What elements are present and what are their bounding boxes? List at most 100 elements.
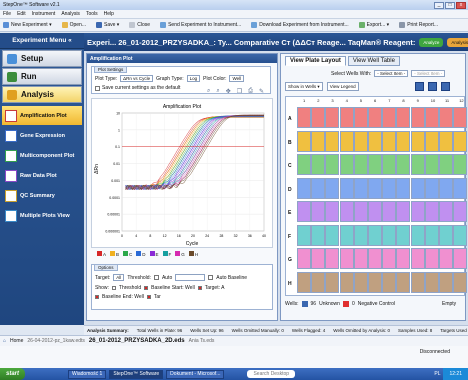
plate-well[interactable] — [396, 201, 411, 222]
plate-well[interactable] — [325, 201, 340, 222]
start-button[interactable]: start — [0, 368, 26, 380]
plate-well[interactable] — [339, 271, 354, 293]
menu-analysis[interactable]: Analysis — [61, 11, 80, 17]
plate-well[interactable] — [325, 271, 340, 293]
plate-well[interactable] — [439, 201, 453, 222]
options-tab[interactable]: Options — [94, 264, 118, 271]
save-button[interactable]: Save ▾ — [96, 22, 119, 28]
plate-well[interactable] — [339, 107, 354, 128]
download-experiment-button[interactable]: Download Experiment from Instrument... — [251, 22, 349, 28]
show-threshold-checkbox[interactable] — [111, 286, 116, 290]
copy-icon[interactable]: ❐ — [237, 88, 242, 95]
home-icon[interactable]: ⌂ — [3, 338, 6, 344]
plate-well[interactable] — [311, 248, 326, 269]
plate-well[interactable] — [353, 154, 368, 175]
plate-well[interactable] — [424, 177, 439, 199]
show-baseline-start-checkbox[interactable] — [144, 286, 149, 290]
print-report-button[interactable]: Print Report... — [399, 22, 438, 28]
plate-well[interactable] — [439, 224, 453, 246]
plate-well[interactable] — [297, 130, 311, 152]
plate-well[interactable] — [325, 248, 340, 269]
show-target-checkbox[interactable] — [197, 286, 202, 290]
plate-well[interactable] — [396, 107, 411, 128]
plate-well[interactable] — [311, 224, 326, 246]
plot-type-select[interactable]: ΔRn vs Cycle — [120, 75, 154, 82]
show-baseline-end-checkbox[interactable] — [95, 295, 99, 299]
view-legend-button[interactable]: View Legend — [326, 82, 359, 91]
nav-gene-expression[interactable]: Gene Expression — [2, 126, 82, 145]
plate-well[interactable] — [439, 130, 453, 152]
menu-edit[interactable]: Edit — [17, 11, 26, 17]
plate-well[interactable] — [325, 107, 340, 128]
plate-well[interactable] — [339, 177, 354, 199]
plate-well[interactable] — [311, 154, 326, 175]
desktop-search-input[interactable]: Search Desktop — [247, 370, 296, 378]
menu-help[interactable]: Help — [104, 11, 114, 17]
show-in-wells-button[interactable]: Show in Wells ▾ — [285, 82, 323, 91]
new-experiment-button[interactable]: New Experiment ▾ — [3, 22, 52, 28]
plate-well[interactable] — [410, 248, 425, 269]
plate-well[interactable] — [353, 271, 368, 293]
view-grid-icon[interactable] — [414, 82, 424, 91]
auto-threshold-checkbox[interactable] — [153, 275, 159, 280]
home-tab[interactable]: Home — [10, 338, 23, 344]
language-indicator[interactable]: PL — [434, 371, 440, 377]
close-button[interactable]: Close — [129, 22, 150, 28]
export-button[interactable]: Export... ▾ — [358, 22, 389, 28]
plate-well[interactable] — [297, 201, 311, 222]
plate-well[interactable] — [453, 177, 468, 199]
plate-well[interactable] — [368, 224, 382, 246]
plate-well[interactable] — [339, 154, 354, 175]
nav-multicomponent-plot[interactable]: Multicomponent Plot — [2, 146, 82, 165]
plate-well[interactable] — [424, 224, 439, 246]
nav-analysis[interactable]: Analysis — [2, 86, 82, 103]
view-options-icon[interactable] — [440, 82, 450, 91]
show-tar-checkbox[interactable] — [146, 295, 151, 299]
nav-multiple-plots-view[interactable]: Multiple Plots View — [2, 206, 82, 225]
plate-well[interactable] — [368, 201, 382, 222]
plate-well[interactable] — [368, 107, 382, 128]
plate-well[interactable] — [368, 130, 382, 152]
plate-well[interactable] — [325, 224, 340, 246]
plate-well[interactable] — [382, 248, 397, 269]
plate-well[interactable] — [410, 154, 425, 175]
plate-well[interactable] — [311, 177, 326, 199]
plot-color-select[interactable]: Well — [229, 75, 245, 82]
tab-well-table[interactable]: View Well Table — [347, 56, 400, 66]
task-3[interactable]: Dokument - Microsof... — [166, 369, 225, 379]
plate-well[interactable] — [424, 130, 439, 152]
tab-plate-layout[interactable]: View Plate Layout — [285, 56, 346, 66]
plate-well[interactable] — [453, 107, 468, 128]
plate-well[interactable] — [368, 154, 382, 175]
plate-well[interactable] — [368, 271, 382, 293]
plot-settings-tab[interactable]: Plot Settings — [94, 66, 128, 73]
threshold-input[interactable] — [175, 274, 206, 281]
plate-well[interactable] — [439, 107, 453, 128]
plate-well[interactable] — [339, 224, 354, 246]
plate-well[interactable] — [424, 201, 439, 222]
nav-raw-data-plot[interactable]: Raw Data Plot — [2, 166, 82, 185]
zoom-out-icon[interactable]: ⌕ — [216, 88, 219, 95]
plate-well[interactable] — [353, 177, 368, 199]
plate-well[interactable] — [396, 224, 411, 246]
plate-well[interactable] — [297, 154, 311, 175]
plate-well[interactable] — [410, 107, 425, 128]
pan-icon[interactable]: ✥ — [226, 88, 231, 95]
plate-well[interactable] — [396, 130, 411, 152]
plate-well[interactable] — [311, 107, 326, 128]
plate-well[interactable] — [453, 201, 468, 222]
task-2[interactable]: StepOne™ Software — [109, 369, 164, 379]
plate-well[interactable] — [396, 271, 411, 293]
doc-tab-3[interactable]: Ania Ts.eds — [189, 338, 215, 344]
plate-well[interactable] — [439, 154, 453, 175]
menu-file[interactable]: File — [3, 11, 11, 17]
plate-well[interactable] — [424, 271, 439, 293]
plate-well[interactable] — [410, 271, 425, 293]
nav-qc-summary[interactable]: QC Summary — [2, 186, 82, 205]
plate-well[interactable] — [410, 130, 425, 152]
open-button[interactable]: Open... — [61, 22, 86, 28]
plate-well[interactable] — [382, 177, 397, 199]
graph-type-select[interactable]: Log — [186, 75, 201, 82]
experiment-menu-title[interactable]: Experiment Menu « — [0, 33, 84, 49]
plate-well[interactable] — [353, 201, 368, 222]
